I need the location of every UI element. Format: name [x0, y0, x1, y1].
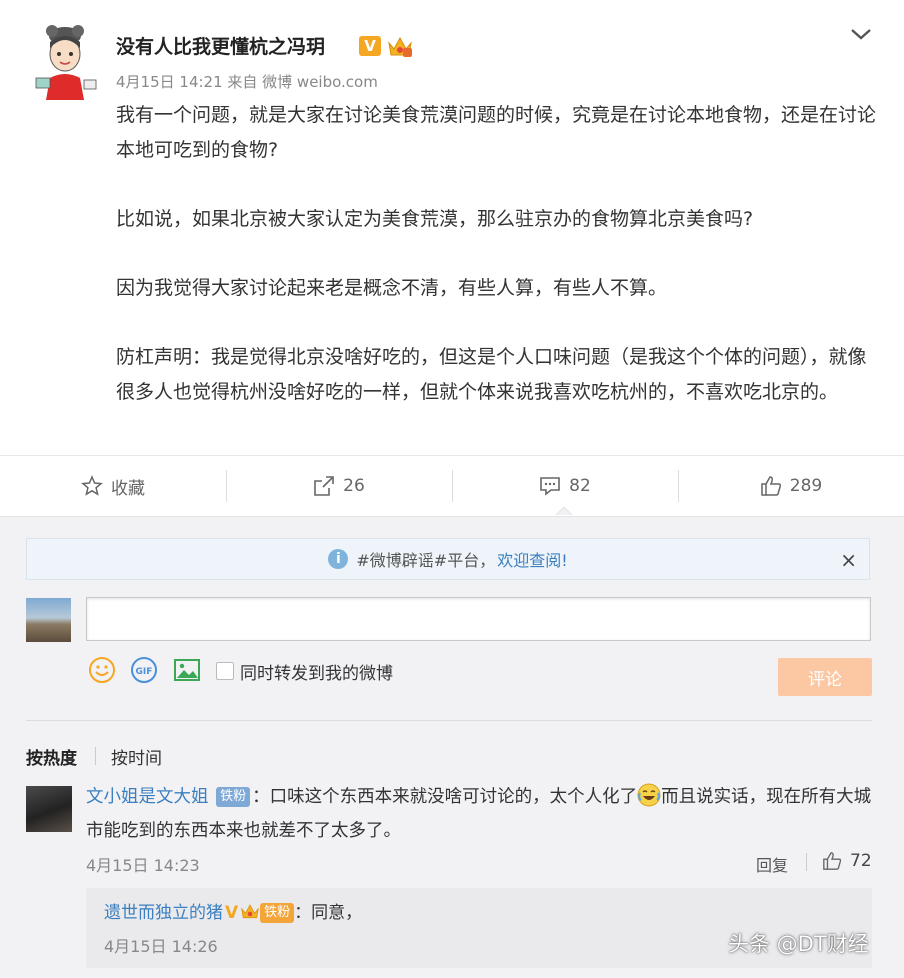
post-paragraph: 我有一个问题，就是大家在讨论美食荒漠问题的时候，究竟是在讨论本地食物，还是在讨论… [116, 104, 877, 161]
comment-icon [540, 477, 560, 496]
verified-icon: V [225, 903, 239, 923]
like-button[interactable]: 289 [678, 456, 904, 516]
repost-checkbox[interactable] [216, 662, 234, 680]
repost-count: 26 [343, 476, 365, 496]
sub-reply-time: 4月15日 14:26 [104, 937, 218, 956]
sort-by-time-tab[interactable]: 按时间 [111, 744, 162, 769]
post-text: 我有一个问题，就是大家在讨论美食荒漠问题的时候，究竟是在讨论本地食物，还是在讨论… [116, 98, 876, 410]
post-paragraph: 因为我觉得大家讨论起来老是概念不清，有些人算，有些人不算。 [116, 277, 668, 299]
sub-reply-text: 遗世而独立的猪 V 铁粉 ：同意， [104, 898, 362, 923]
comment-caret [556, 506, 572, 516]
comment-time: 4月15日 14:23 [86, 856, 200, 875]
star-icon [81, 475, 103, 496]
verified-icon: V [359, 36, 381, 56]
commenter-avatar[interactable] [26, 786, 72, 832]
sort-by-hot-tab[interactable]: 按热度 [26, 744, 77, 769]
author-name[interactable]: 没有人比我更懂杭之冯玥 [116, 32, 325, 59]
crown-badge-icon [388, 36, 412, 57]
comment-input[interactable] [86, 597, 871, 641]
favorite-label: 收藏 [111, 478, 145, 499]
notice-text: #微博辟谣#平台， [356, 551, 496, 570]
comment-count: 82 [569, 476, 591, 496]
sort-separator [95, 747, 96, 765]
chevron-down-icon[interactable] [848, 24, 874, 44]
info-icon: i [328, 549, 349, 569]
crown-badge-icon [241, 904, 260, 919]
post-paragraph: 比如说，如果北京被大家认定为美食荒漠，那么驻京办的食物算北京美食吗? [116, 208, 754, 230]
fan-badge: 铁粉 [216, 787, 251, 807]
my-avatar[interactable] [26, 598, 71, 642]
post-meta: 4月15日 14:21 来自 微博 weibo.com [116, 73, 378, 91]
commenter-name[interactable]: 文小姐是文大姐 [86, 787, 209, 807]
emoji-icon[interactable] [88, 656, 116, 684]
sub-reply-user[interactable]: 遗世而独立的猪 [104, 903, 223, 923]
comment-like-count: 72 [850, 851, 872, 871]
fan-badge: 铁粉 [260, 903, 295, 923]
author-avatar[interactable] [30, 22, 100, 100]
rumor-notice: i #微博辟谣#平台， 欢迎查阅! × [26, 538, 870, 580]
post-card: 没有人比我更懂杭之冯玥 V 4月15日 14:21 来自 微博 weibo.co… [0, 0, 904, 455]
sub-reply-body: ：同意， [294, 903, 363, 923]
svg-text:GIF: GIF [136, 667, 153, 677]
comment-body: ：口味这个东西本来就没啥可讨论的，太个人化了 [252, 787, 638, 807]
gif-icon[interactable]: GIF [130, 656, 158, 684]
reply-button[interactable]: 回复 [756, 852, 788, 876]
favorite-button[interactable]: 收藏 [0, 456, 226, 516]
post-paragraph: 防杠声明：我是觉得北京没啥好吃的，但这是个人口味问题（是我这个个体的问题），就像… [116, 346, 867, 403]
crying-laughing-emoji-icon [637, 783, 661, 807]
image-icon[interactable] [173, 656, 201, 684]
watermark: 头条 @DT财经 [728, 932, 869, 956]
repost-checkbox-label[interactable]: 同时转发到我的微博 [240, 659, 393, 684]
repost-button[interactable]: 26 [226, 456, 452, 516]
action-bar: 收藏 26 82 289 [0, 455, 904, 517]
thumbs-up-icon [761, 476, 781, 496]
thumbs-up-icon [823, 852, 842, 870]
comment-text: 文小姐是文大姐 铁粉 ：口味这个东西本来就没啥可讨论的，太个人化了 而且说实话，现… [86, 780, 876, 848]
like-count: 289 [789, 476, 823, 496]
notice-link[interactable]: 欢迎查阅! [497, 547, 567, 571]
share-icon [314, 476, 334, 496]
close-icon[interactable]: × [840, 548, 857, 572]
submit-comment-button[interactable]: 评论 [778, 658, 872, 696]
comment-like-button[interactable]: 72 [822, 851, 872, 871]
divider [26, 720, 872, 721]
reply-separator [806, 853, 807, 871]
